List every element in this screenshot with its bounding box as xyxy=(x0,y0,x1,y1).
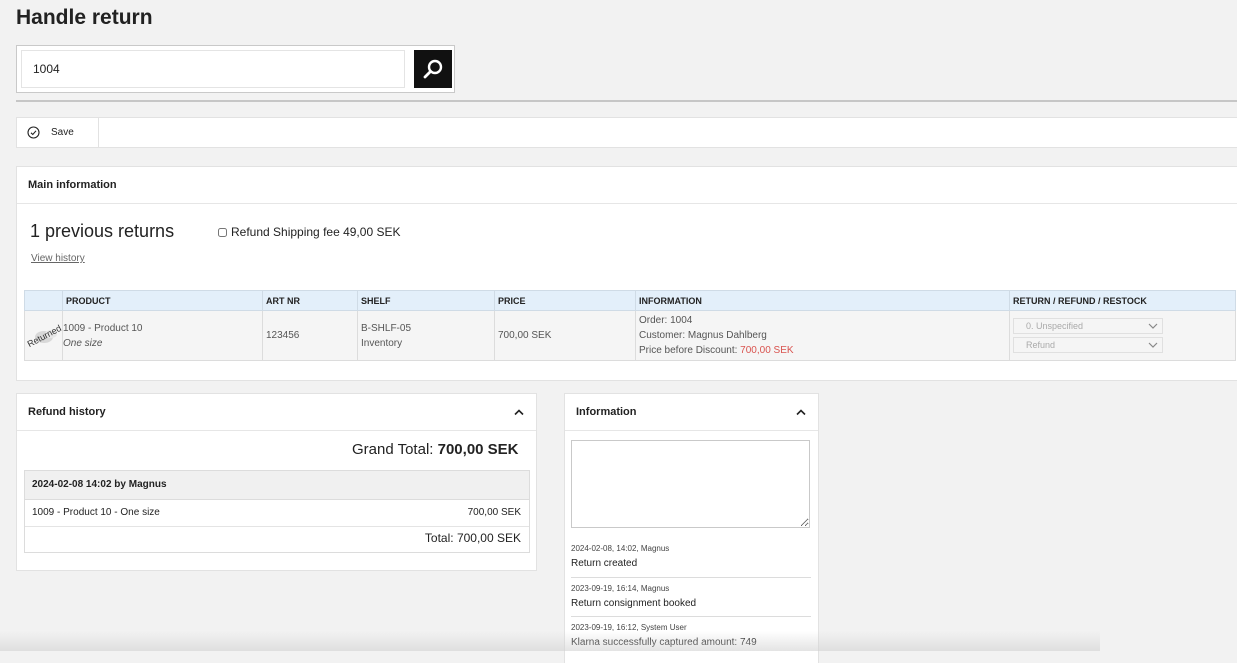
column-header-price: PRICE xyxy=(494,290,636,311)
log-entry-meta: 2024-02-08, 14:02, Magnus xyxy=(571,544,670,553)
return-reason-select[interactable]: 0. Unspecified xyxy=(1013,318,1163,334)
information-note-input[interactable] xyxy=(571,440,810,528)
search-input[interactable] xyxy=(21,50,405,88)
log-entry-meta: 2023-09-19, 16:14, Magnus xyxy=(571,584,670,593)
refund-action-select[interactable]: Refund xyxy=(1013,337,1163,353)
chevron-down-icon xyxy=(1148,341,1158,349)
main-information-header: Main information xyxy=(17,167,1237,204)
chevron-down-icon xyxy=(1148,322,1158,330)
chevron-up-icon[interactable] xyxy=(514,408,524,416)
table-row: Returned 1009 - Product 10 One size 1234… xyxy=(24,310,1236,361)
grand-total: Grand Total: 700,00 SEK xyxy=(352,441,519,458)
grand-total-label: Grand Total: xyxy=(352,441,434,458)
return-reason-value: 0. Unspecified xyxy=(1026,321,1084,331)
info-customer: Customer: Magnus Dahlberg xyxy=(639,330,767,341)
column-header-information: INFORMATION xyxy=(635,290,1010,311)
product-name: 1009 - Product 10 xyxy=(63,322,143,334)
search-box xyxy=(16,45,455,93)
view-history-link[interactable]: View history xyxy=(31,253,85,264)
information-header[interactable]: Information xyxy=(565,394,818,431)
list-item: 1009 - Product 10 - One size 700,00 SEK xyxy=(25,500,529,527)
return-items-table: PRODUCT ART NR SHELF PRICE INFORMATION R… xyxy=(24,290,1236,361)
refund-shipping-option[interactable]: Refund Shipping fee 49,00 SEK xyxy=(218,225,400,239)
column-header-product: PRODUCT xyxy=(62,290,263,311)
product-variant: One size xyxy=(63,337,103,349)
product-thumbnail: Returned xyxy=(25,311,63,360)
refund-action-value: Refund xyxy=(1026,340,1056,350)
information-title: Information xyxy=(576,406,637,418)
log-entry-meta: 2023-09-19, 16:12, System User xyxy=(571,623,687,632)
price-cell: 700,00 SEK xyxy=(494,310,636,361)
log-entry: 2023-09-19, 16:12, System User Klarna su… xyxy=(571,623,811,651)
refund-history-header[interactable]: Refund history xyxy=(17,394,536,431)
info-order: Order: 1004 xyxy=(639,315,693,326)
refund-history-title: Refund history xyxy=(28,406,106,418)
info-price-before-label: Price before Discount: xyxy=(639,345,738,356)
refund-line-amount: 700,00 SEK xyxy=(467,507,521,518)
log-entry-message: Klarna successfully captured amount: 749 xyxy=(571,637,757,648)
search-button[interactable] xyxy=(414,50,452,88)
column-header-art-nr: ART NR xyxy=(262,290,358,311)
search-icon xyxy=(423,59,443,79)
log-entry: 2024-02-08, 14:02, Magnus Return created xyxy=(571,544,811,578)
save-button[interactable]: Save xyxy=(17,118,99,147)
log-entry-message: Return created xyxy=(571,558,638,569)
page-title: Handle return xyxy=(16,6,153,29)
column-header-return-refund-restock: RETURN / REFUND / RESTOCK xyxy=(1009,290,1236,311)
art-nr-cell: 123456 xyxy=(262,310,358,361)
log-entry: 2023-09-19, 16:14, Magnus Return consign… xyxy=(571,584,811,617)
grand-total-value: 700,00 SEK xyxy=(437,441,519,458)
bottom-fade xyxy=(0,631,1100,651)
divider xyxy=(16,100,1237,102)
previous-returns-count: 1 previous returns xyxy=(30,221,175,241)
save-label: Save xyxy=(51,127,74,138)
check-circle-icon xyxy=(27,126,40,139)
info-price-before-discount: Price before Discount: 700,00 SEK xyxy=(639,343,1006,358)
refund-entry: 2024-02-08 14:02 by Magnus 1009 - Produc… xyxy=(24,470,530,553)
toolbar: Save xyxy=(16,117,1237,148)
log-entry-message: Return consignment booked xyxy=(571,598,697,609)
column-header-image xyxy=(24,290,63,311)
shelf-type: Inventory xyxy=(361,337,403,349)
refund-entry-header: 2024-02-08 14:02 by Magnus xyxy=(25,471,529,500)
column-header-shelf: SHELF xyxy=(357,290,495,311)
refund-shipping-label: Refund Shipping fee 49,00 SEK xyxy=(231,225,401,239)
info-price-before-value: 700,00 SEK xyxy=(740,345,794,356)
refund-line-item: 1009 - Product 10 - One size xyxy=(32,507,160,518)
refund-entry-total: Total: 700,00 SEK xyxy=(424,531,521,545)
refund-shipping-checkbox[interactable] xyxy=(218,227,227,237)
table-header-row: PRODUCT ART NR SHELF PRICE INFORMATION R… xyxy=(24,290,1236,311)
chevron-up-icon[interactable] xyxy=(796,408,806,416)
shelf-code: B-SHLF-05 xyxy=(361,322,412,334)
